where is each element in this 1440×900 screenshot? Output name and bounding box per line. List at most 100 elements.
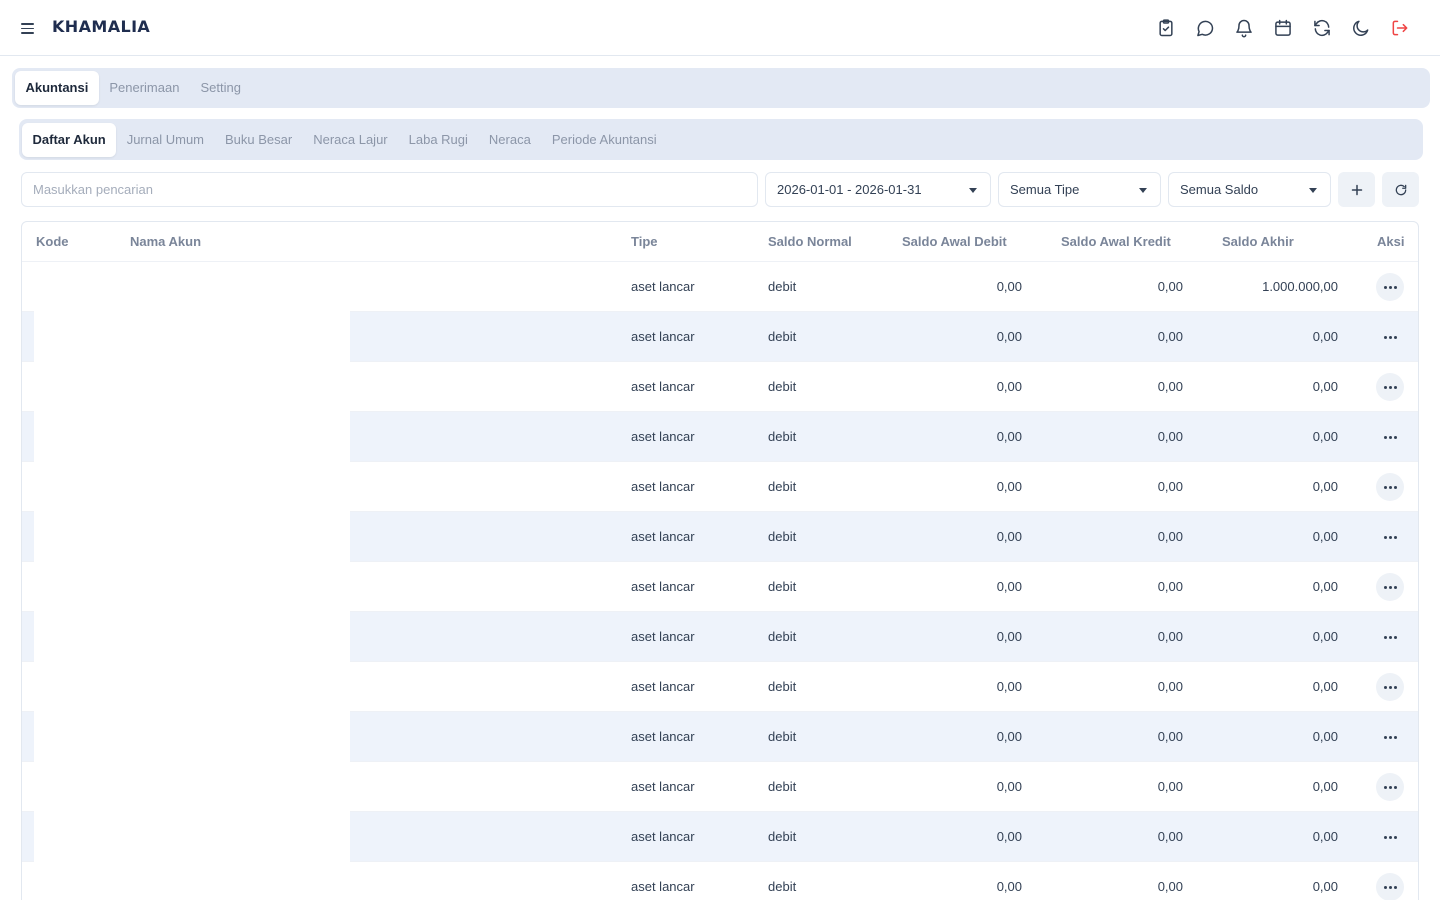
cell-saldo-awal-kredit: 0,00 — [1157, 529, 1183, 544]
cell-saldo-normal: debit — [768, 529, 797, 544]
calendar-icon[interactable] — [1273, 18, 1293, 38]
tab-setting[interactable]: Setting — [190, 71, 251, 105]
column-tipe[interactable]: Tipe — [631, 234, 658, 249]
date-range-select[interactable]: 2026-01-01 - 2026-01-31 — [765, 172, 991, 207]
redacted-account-info — [34, 462, 350, 512]
table-row[interactable]: aset lancar debit 0,00 0,00 0,00 — [22, 412, 1418, 462]
saldo-value: Semua Saldo — [1180, 182, 1259, 197]
cell-saldo-awal-debit: 0,00 — [996, 479, 1022, 494]
tab-daftar-akun[interactable]: Daftar Akun — [22, 122, 117, 157]
more-actions-icon[interactable] — [1376, 573, 1404, 601]
redacted-account-info — [34, 312, 350, 362]
type-value: Semua Tipe — [1010, 182, 1080, 197]
table-row[interactable]: aset lancar debit 0,00 0,00 0,00 — [22, 312, 1418, 362]
cell-tipe: aset lancar — [631, 479, 695, 494]
cell-saldo-awal-debit: 0,00 — [996, 429, 1022, 444]
more-actions-icon[interactable] — [1376, 373, 1404, 401]
reload-button[interactable] — [1382, 172, 1419, 207]
cell-saldo-normal: debit — [768, 829, 797, 844]
chat-bubble-icon[interactable] — [1195, 18, 1215, 38]
add-button[interactable] — [1338, 172, 1375, 207]
chevron-down-icon — [1309, 188, 1317, 193]
bell-icon[interactable] — [1234, 18, 1254, 38]
table-row[interactable]: aset lancar debit 0,00 0,00 1.000.000,00 — [22, 262, 1418, 312]
more-actions-icon[interactable] — [1376, 773, 1404, 801]
cell-saldo-awal-debit: 0,00 — [996, 729, 1022, 744]
more-actions-icon[interactable] — [1376, 323, 1404, 351]
more-actions-icon[interactable] — [1376, 673, 1404, 701]
table-row[interactable]: aset lancar debit 0,00 0,00 0,00 — [22, 612, 1418, 662]
more-actions-icon[interactable] — [1376, 823, 1404, 851]
chevron-down-icon — [969, 188, 977, 193]
cell-saldo-normal: debit — [768, 779, 797, 794]
cell-tipe: aset lancar — [631, 829, 695, 844]
cell-saldo-normal: debit — [768, 729, 797, 744]
cell-saldo-awal-kredit: 0,00 — [1157, 579, 1183, 594]
column-kode[interactable]: Kode — [36, 234, 69, 249]
table-row[interactable]: aset lancar debit 0,00 0,00 0,00 — [22, 512, 1418, 562]
more-actions-icon[interactable] — [1376, 873, 1404, 900]
redacted-account-info — [34, 862, 350, 900]
search-input[interactable] — [21, 172, 758, 207]
logout-icon[interactable] — [1390, 18, 1410, 38]
table-row[interactable]: aset lancar debit 0,00 0,00 0,00 — [22, 562, 1418, 612]
table-row[interactable]: aset lancar debit 0,00 0,00 0,00 — [22, 812, 1418, 862]
header-actions — [1156, 18, 1410, 38]
cell-saldo-awal-kredit: 0,00 — [1157, 479, 1183, 494]
type-select[interactable]: Semua Tipe — [998, 172, 1161, 207]
table-row[interactable]: aset lancar debit 0,00 0,00 0,00 — [22, 712, 1418, 762]
column-saldo-akhir[interactable]: Saldo Akhir — [1222, 234, 1294, 249]
tab-neraca-lajur[interactable]: Neraca Lajur — [303, 123, 398, 157]
column-saldo-normal[interactable]: Saldo Normal — [768, 234, 852, 249]
tab-neraca[interactable]: Neraca — [478, 123, 541, 157]
column-saldo-awal-kredit[interactable]: Saldo Awal Kredit — [1061, 234, 1171, 249]
table-header: Kode Nama Akun Tipe Saldo Normal Saldo A… — [22, 222, 1418, 262]
table-row[interactable]: aset lancar debit 0,00 0,00 0,00 — [22, 862, 1418, 900]
cell-saldo-awal-debit: 0,00 — [996, 279, 1022, 294]
cell-saldo-akhir: 0,00 — [1312, 329, 1338, 344]
cell-tipe: aset lancar — [631, 779, 695, 794]
cell-saldo-awal-debit: 0,00 — [996, 829, 1022, 844]
redacted-account-info — [34, 262, 350, 312]
clipboard-check-icon[interactable] — [1156, 18, 1176, 38]
cell-saldo-awal-debit: 0,00 — [996, 629, 1022, 644]
tab-penerimaan[interactable]: Penerimaan — [99, 71, 190, 105]
cell-saldo-awal-debit: 0,00 — [996, 329, 1022, 344]
table-row[interactable]: aset lancar debit 0,00 0,00 0,00 — [22, 362, 1418, 412]
tab-jurnal-umum[interactable]: Jurnal Umum — [116, 123, 214, 157]
chevron-down-icon — [1139, 188, 1147, 193]
main-tabs: Akuntansi Penerimaan Setting — [12, 68, 1430, 108]
app-brand: KHAMALIA — [52, 17, 151, 36]
redacted-account-info — [34, 662, 350, 712]
more-actions-icon[interactable] — [1376, 623, 1404, 651]
cell-saldo-akhir: 1.000.000,00 — [1262, 279, 1338, 294]
tab-periode-akuntansi[interactable]: Periode Akuntansi — [541, 123, 667, 157]
cell-saldo-akhir: 0,00 — [1312, 379, 1338, 394]
tab-laba-rugi[interactable]: Laba Rugi — [398, 123, 478, 157]
moon-icon[interactable] — [1351, 18, 1371, 38]
cell-saldo-akhir: 0,00 — [1312, 479, 1338, 494]
more-actions-icon[interactable] — [1376, 273, 1404, 301]
cell-tipe: aset lancar — [631, 279, 695, 294]
more-actions-icon[interactable] — [1376, 423, 1404, 451]
cell-tipe: aset lancar — [631, 429, 695, 444]
column-saldo-awal-debit[interactable]: Saldo Awal Debit — [902, 234, 1007, 249]
cell-tipe: aset lancar — [631, 879, 695, 894]
column-nama-akun[interactable]: Nama Akun — [130, 234, 201, 249]
cell-saldo-normal: debit — [768, 379, 797, 394]
cell-saldo-akhir: 0,00 — [1312, 679, 1338, 694]
top-bar: KHAMALIA — [0, 0, 1440, 56]
tab-buku-besar[interactable]: Buku Besar — [215, 123, 303, 157]
more-actions-icon[interactable] — [1376, 473, 1404, 501]
cell-saldo-awal-debit: 0,00 — [996, 529, 1022, 544]
refresh-icon[interactable] — [1312, 18, 1332, 38]
saldo-select[interactable]: Semua Saldo — [1168, 172, 1331, 207]
tab-akuntansi[interactable]: Akuntansi — [15, 71, 99, 105]
table-row[interactable]: aset lancar debit 0,00 0,00 0,00 — [22, 762, 1418, 812]
table-row[interactable]: aset lancar debit 0,00 0,00 0,00 — [22, 662, 1418, 712]
cell-saldo-awal-kredit: 0,00 — [1157, 879, 1183, 894]
table-row[interactable]: aset lancar debit 0,00 0,00 0,00 — [22, 462, 1418, 512]
hamburger-menu-icon[interactable] — [20, 20, 36, 36]
more-actions-icon[interactable] — [1376, 723, 1404, 751]
more-actions-icon[interactable] — [1376, 523, 1404, 551]
